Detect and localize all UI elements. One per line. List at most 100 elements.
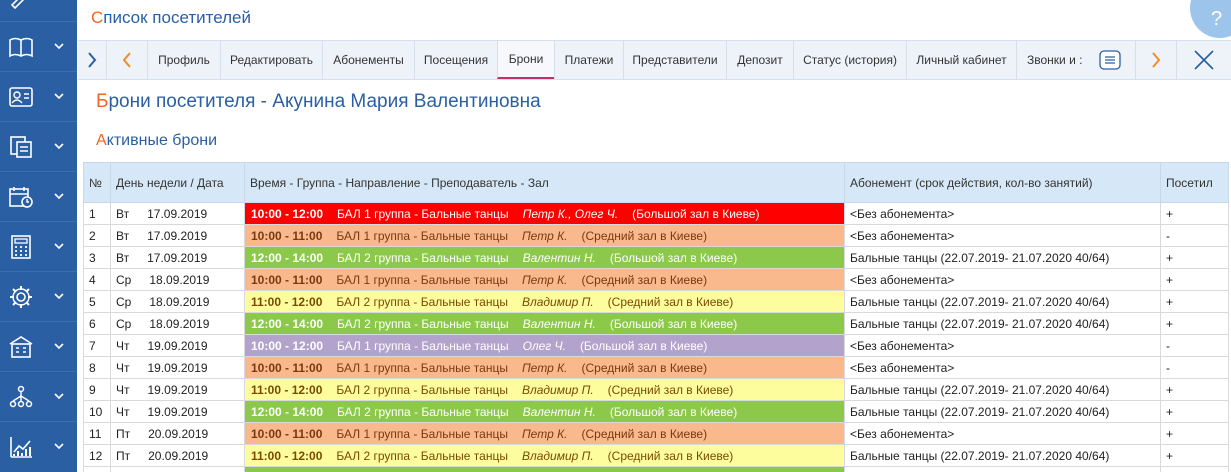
expand-sidebar-button[interactable] [78,41,106,79]
row-group: БАЛ 1 группа - Бальные танцы [336,228,508,243]
col-header-day-date: День недели / Дата [110,162,245,203]
row-slot[interactable]: 11:00 - 12:00 БАЛ 2 группа - Бальные танц… [244,290,845,313]
close-button[interactable] [1177,41,1231,79]
row-teacher: Валентин Н. [522,404,596,419]
sidebar-item-5[interactable] [0,271,77,321]
table-row[interactable]: 4 Ср 18.09.2019 10:00 - 11:00 БАЛ 1 группа -… [83,268,1229,291]
row-hall: (Средний зал в Киеве) [607,382,734,397]
row-date: 17.09.2019 [147,228,208,243]
table-row[interactable]: 8 Чт 19.09.2019 10:00 - 11:00 БАЛ 1 группа -… [83,356,1229,379]
table-row[interactable] [83,466,1229,472]
row-slot[interactable]: 12:00 - 14:00 БАЛ 2 группа - Бальные танц… [244,312,845,335]
table-row[interactable]: 10 Чт 19.09.2019 12:00 - 14:00 БАЛ 2 группа … [83,400,1229,423]
row-number: 8 [83,356,111,379]
tab-deposit[interactable]: Депозит [726,41,793,79]
row-subscription: Бальные танцы (22.07.2019- 21.07.2020 40… [844,378,1161,401]
row-subscription: <Без абонемента> [844,356,1161,379]
row-time: 11:00 - 12:00 [251,294,323,309]
table-row[interactable]: 9 Чт 19.09.2019 11:00 - 12:00 БАЛ 2 группа -… [83,378,1229,401]
tab-personal-cabinet[interactable]: Личный кабинет [906,41,1016,79]
help-button[interactable]: ? [1190,0,1231,38]
row-subscription: Бальные танцы (22.07.2019- 21.07.2020 40… [844,400,1161,423]
row-day: Ср [116,316,132,331]
tab-subscriptions[interactable]: Абонементы [322,41,414,79]
row-teacher: Валентин Н. [522,250,596,265]
row-subscription: Бальные танцы (22.07.2019- 21.07.2020 40… [844,312,1161,335]
row-time: 10:00 - 11:00 [251,228,323,243]
tab-payments[interactable]: Платежи [554,41,623,79]
row-hall: (Большой зал в Киеве) [609,404,738,419]
row-slot[interactable]: 12:00 - 14:00 БАЛ 2 группа - Бальные танц… [244,246,845,269]
row-slot[interactable]: 10:00 - 12:00 БАЛ 1 группа - Бальные танц… [244,334,845,357]
row-subscription [844,466,1161,472]
row-number: 4 [83,268,111,291]
row-visited: + [1160,444,1229,467]
table-row[interactable]: 5 Ср 18.09.2019 11:00 - 12:00 БАЛ 2 группа -… [83,290,1229,313]
row-date: 18.09.2019 [149,294,210,309]
tabs-menu-button[interactable] [1096,41,1124,79]
sidebar-item-6[interactable] [0,321,77,371]
row-group: БАЛ 1 группа - Бальные танцы [337,206,509,221]
row-slot[interactable]: 10:00 - 11:00 БАЛ 1 группа - Бальные танц… [244,356,845,379]
sidebar-item-7[interactable] [0,371,77,421]
table-body: 1 Вт 17.09.2019 10:00 - 12:00 БАЛ 1 группа -… [83,202,1229,472]
tab-visits[interactable]: Посещения [414,41,497,79]
sidebar-item-1[interactable] [0,71,77,121]
table-row[interactable]: 2 Вт 17.09.2019 10:00 - 11:00 БАЛ 1 группа -… [83,224,1229,247]
table-row[interactable]: 1 Вт 17.09.2019 10:00 - 12:00 БАЛ 1 группа -… [83,202,1229,225]
sidebar-item-2[interactable] [0,121,77,171]
table-row[interactable]: 6 Ср 18.09.2019 12:00 - 14:00 БАЛ 2 группа -… [83,312,1229,335]
row-number: 6 [83,312,111,335]
row-day-date: Вт 17.09.2019 [110,202,245,225]
row-slot[interactable]: 10:00 - 11:00 БАЛ 1 группа - Бальные танц… [244,268,845,291]
row-day-date: Чт 19.09.2019 [110,400,245,423]
sidebar-item-0[interactable] [0,21,77,71]
tab-calls[interactable]: Звонки и : [1016,41,1086,79]
sidebar-item-4[interactable] [0,221,77,271]
row-teacher: Олег Ч. [522,338,566,353]
sidebar [0,0,77,472]
row-slot[interactable]: 10:00 - 11:00 БАЛ 1 группа - Бальные танц… [244,224,845,247]
chevron-down-icon [54,443,64,450]
book-icon [9,37,33,58]
sidebar-item-top[interactable] [0,0,77,20]
table-header-row: № День недели / Дата Время - Группа - На… [83,162,1229,203]
chart-icon [10,437,32,458]
tab-bookings[interactable]: Брони [497,41,554,79]
row-date: 19.09.2019 [147,382,208,397]
row-slot[interactable]: 10:00 - 12:00 БАЛ 1 группа - Бальные танц… [244,202,845,225]
row-day-date: Ср 18.09.2019 [110,290,245,313]
row-time: 11:00 - 12:00 [251,448,323,463]
chevron-down-icon [54,93,64,100]
row-day: Вт [116,206,130,221]
row-slot[interactable]: 12:00 - 14:00 БАЛ 2 группа - Бальные танц… [244,400,845,423]
tab-profile[interactable]: Профиль [147,41,220,79]
row-group: БАЛ 1 группа - Бальные танцы [336,426,508,441]
row-hall: (Средний зал в Киеве) [607,294,734,309]
row-date: 17.09.2019 [147,206,208,221]
row-number [83,466,111,472]
row-time: 11:00 - 12:00 [251,382,323,397]
tab-representatives[interactable]: Представители [623,41,726,79]
tab-status-history[interactable]: Статус (история) [793,41,906,79]
row-group: БАЛ 1 группа - Бальные танцы [336,272,508,287]
table-row[interactable]: 7 Чт 19.09.2019 10:00 - 12:00 БАЛ 1 группа -… [83,334,1229,357]
row-slot[interactable]: 11:00 - 12:00 БАЛ 2 группа - Бальные танц… [244,378,845,401]
row-day: Вт [116,228,130,243]
table-row[interactable]: 12 Пт 20.09.2019 11:00 - 12:00 БАЛ 2 группа … [83,444,1229,467]
tabs-next-button[interactable] [1136,41,1176,79]
tabs-prev-button[interactable] [107,41,147,79]
row-slot[interactable]: 11:00 - 12:00 БАЛ 2 группа - Бальные танц… [244,444,845,467]
row-slot[interactable] [244,466,845,472]
row-group: БАЛ 2 группа - Бальные танцы [337,316,509,331]
row-group: БАЛ 1 группа - Бальные танцы [336,360,508,375]
tab-edit[interactable]: Редактировать [220,41,322,79]
sidebar-item-3[interactable] [0,171,77,221]
page-title: Список посетителей [91,8,251,27]
table-row[interactable]: 3 Вт 17.09.2019 12:00 - 14:00 БАЛ 2 группа -… [83,246,1229,269]
sidebar-item-8[interactable] [0,421,77,471]
row-day-date: Вт 17.09.2019 [110,224,245,247]
row-subscription: <Без абонемента> [844,224,1161,247]
table-row[interactable]: 11 Пт 20.09.2019 10:00 - 11:00 БАЛ 1 группа … [83,422,1229,445]
row-slot[interactable]: 10:00 - 11:00 БАЛ 1 группа - Бальные танц… [244,422,845,445]
